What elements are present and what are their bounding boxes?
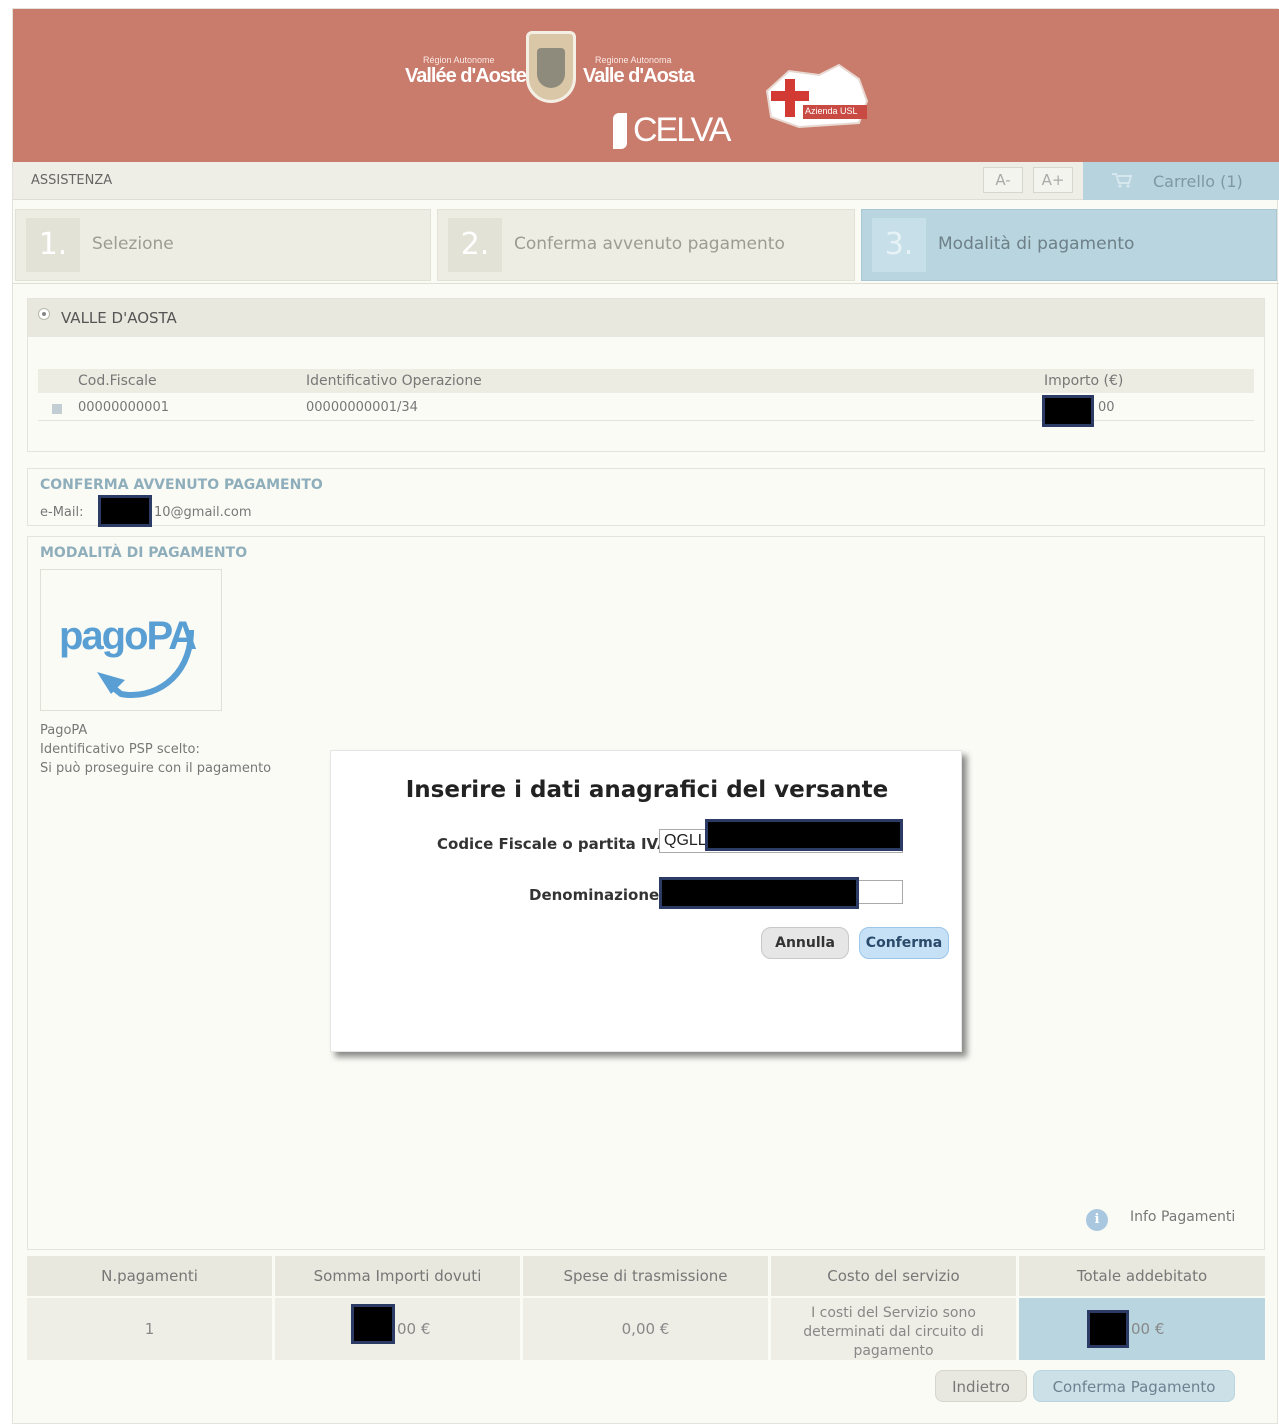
usl-label: Azienda USL [805,106,858,116]
conferma-panel: CONFERMA AVVENUTO PAGAMENTO e-Mail: 10@g… [27,468,1265,527]
email-label: e-Mail: [40,505,84,520]
logo-vallee-daoste: Vallée d'Aoste [405,65,527,87]
assistenza-link[interactable]: ASSISTENZA [31,173,112,188]
region-title: VALLE D'AOSTA [61,309,177,327]
conferma-button[interactable]: Conferma [859,927,949,959]
site-header: Région Autonome Vallée d'Aoste Regione A… [13,9,1279,162]
id-operazione-cell: 00000000001/34 [306,400,418,415]
n-pagamenti-cell: 1 [27,1298,275,1360]
info-icon[interactable]: i [1086,1209,1108,1231]
modalita-title: MODALITÀ DI PAGAMENTO [40,545,248,561]
pagopa-option[interactable]: pagoPA [40,569,222,711]
page-frame: Région Autonome Vallée d'Aoste Regione A… [12,8,1279,1424]
column-header: Cod.Fiscale [78,373,157,389]
usl-logo-icon [765,63,869,129]
summary-table: N.pagamenti Somma Importi dovuti Spese d… [27,1256,1265,1362]
redaction-box [705,819,903,851]
step-number: 1. [26,218,80,272]
font-increase-button[interactable]: A+ [1033,167,1073,193]
region-panel: VALLE D'AOSTA Cod.Fiscale Identificativo… [27,298,1265,452]
region-header: VALLE D'AOSTA [28,299,1264,337]
step-label: Selezione [92,234,174,254]
step-modalita-pagamento: 3. Modalità di pagamento [861,209,1277,281]
totale-cell: 00 € [1019,1298,1265,1360]
step-selezione: 1. Selezione [15,209,431,281]
denominazione-label: Denominazione [529,886,660,904]
conferma-title: CONFERMA AVVENUTO PAGAMENTO [40,477,323,493]
redaction-box [351,1304,395,1344]
cod-fiscale-cell: 00000000001 [78,400,169,415]
step-conferma-avvenuto: 2. Conferma avvenuto pagamento [437,209,855,281]
info-pagamenti-link[interactable]: Info Pagamenti [1130,1209,1235,1225]
indietro-button[interactable]: Indietro [935,1370,1027,1402]
step-label: Conferma avvenuto pagamento [514,234,785,254]
cart-label: Carrello (1) [1153,172,1243,191]
redaction-box [98,495,152,527]
summary-header: Spese di trasmissione [523,1256,771,1296]
costo-text: I costi del Servizio sono determinati da… [803,1305,984,1359]
dialog-title: Inserire i dati anagrafici del versante [405,777,889,803]
row-checkbox[interactable] [52,404,62,414]
logo-right-caption: Regione Autonoma [595,55,672,65]
logo-left-caption: Région Autonome [423,55,495,65]
cart-icon [1112,173,1133,188]
conferma-pagamento-button[interactable]: Conferma Pagamento [1033,1370,1235,1402]
psp-status: Si può proseguire con il pagamento [40,761,272,776]
pagopa-logo-text: pagoPA [59,614,197,658]
versante-dialog: Inserire i dati anagrafici del versante … [330,750,962,1052]
column-header: Identificativo Operazione [306,373,482,389]
importo-cell: 00 [1098,400,1115,415]
coat-of-arms-icon [526,31,576,103]
email-value: 10@gmail.com [154,505,252,520]
region-radio[interactable] [38,308,50,320]
font-decrease-button[interactable]: A- [983,167,1023,193]
summary-header: Totale addebitato [1019,1256,1265,1296]
top-toolbar: ASSISTENZA A- A+ Carrello (1) [13,162,1279,200]
step-number: 2. [448,218,502,272]
totale-value: 00 € [1131,1320,1165,1338]
redaction-box [1042,395,1094,427]
step-number: 3. [872,218,926,272]
psp-name: PagoPA [40,723,88,738]
summary-header: Costo del servizio [771,1256,1019,1296]
logo-valle-daosta: Valle d'Aosta [583,65,695,87]
redaction-box [659,877,859,909]
psp-label: Identificativo PSP scelto: [40,742,200,757]
redaction-box [1087,1310,1129,1348]
costo-cell: I costi del Servizio sono determinati da… [771,1298,1019,1360]
step-label: Modalità di pagamento [938,234,1135,254]
summary-header: Somma Importi dovuti [275,1256,523,1296]
cart-button[interactable]: Carrello (1) [1083,162,1279,200]
annulla-button[interactable]: Annulla [761,927,849,959]
celva-mark-icon [613,113,627,149]
summary-header: N.pagamenti [27,1256,275,1296]
table-row: 00000000001 00000000001/34 00 [38,395,1254,427]
cf-label: Codice Fiscale o partita IVA [437,835,669,853]
somma-importi-cell: 00 € [275,1298,523,1360]
somma-importi-value: 00 € [397,1320,431,1338]
logo-celva: CELVA [633,111,731,149]
operations-table-header: Cod.Fiscale Identificativo Operazione Im… [38,369,1254,393]
column-header: Importo (€) [1044,373,1124,389]
spese-cell: 0,00 € [523,1298,771,1360]
